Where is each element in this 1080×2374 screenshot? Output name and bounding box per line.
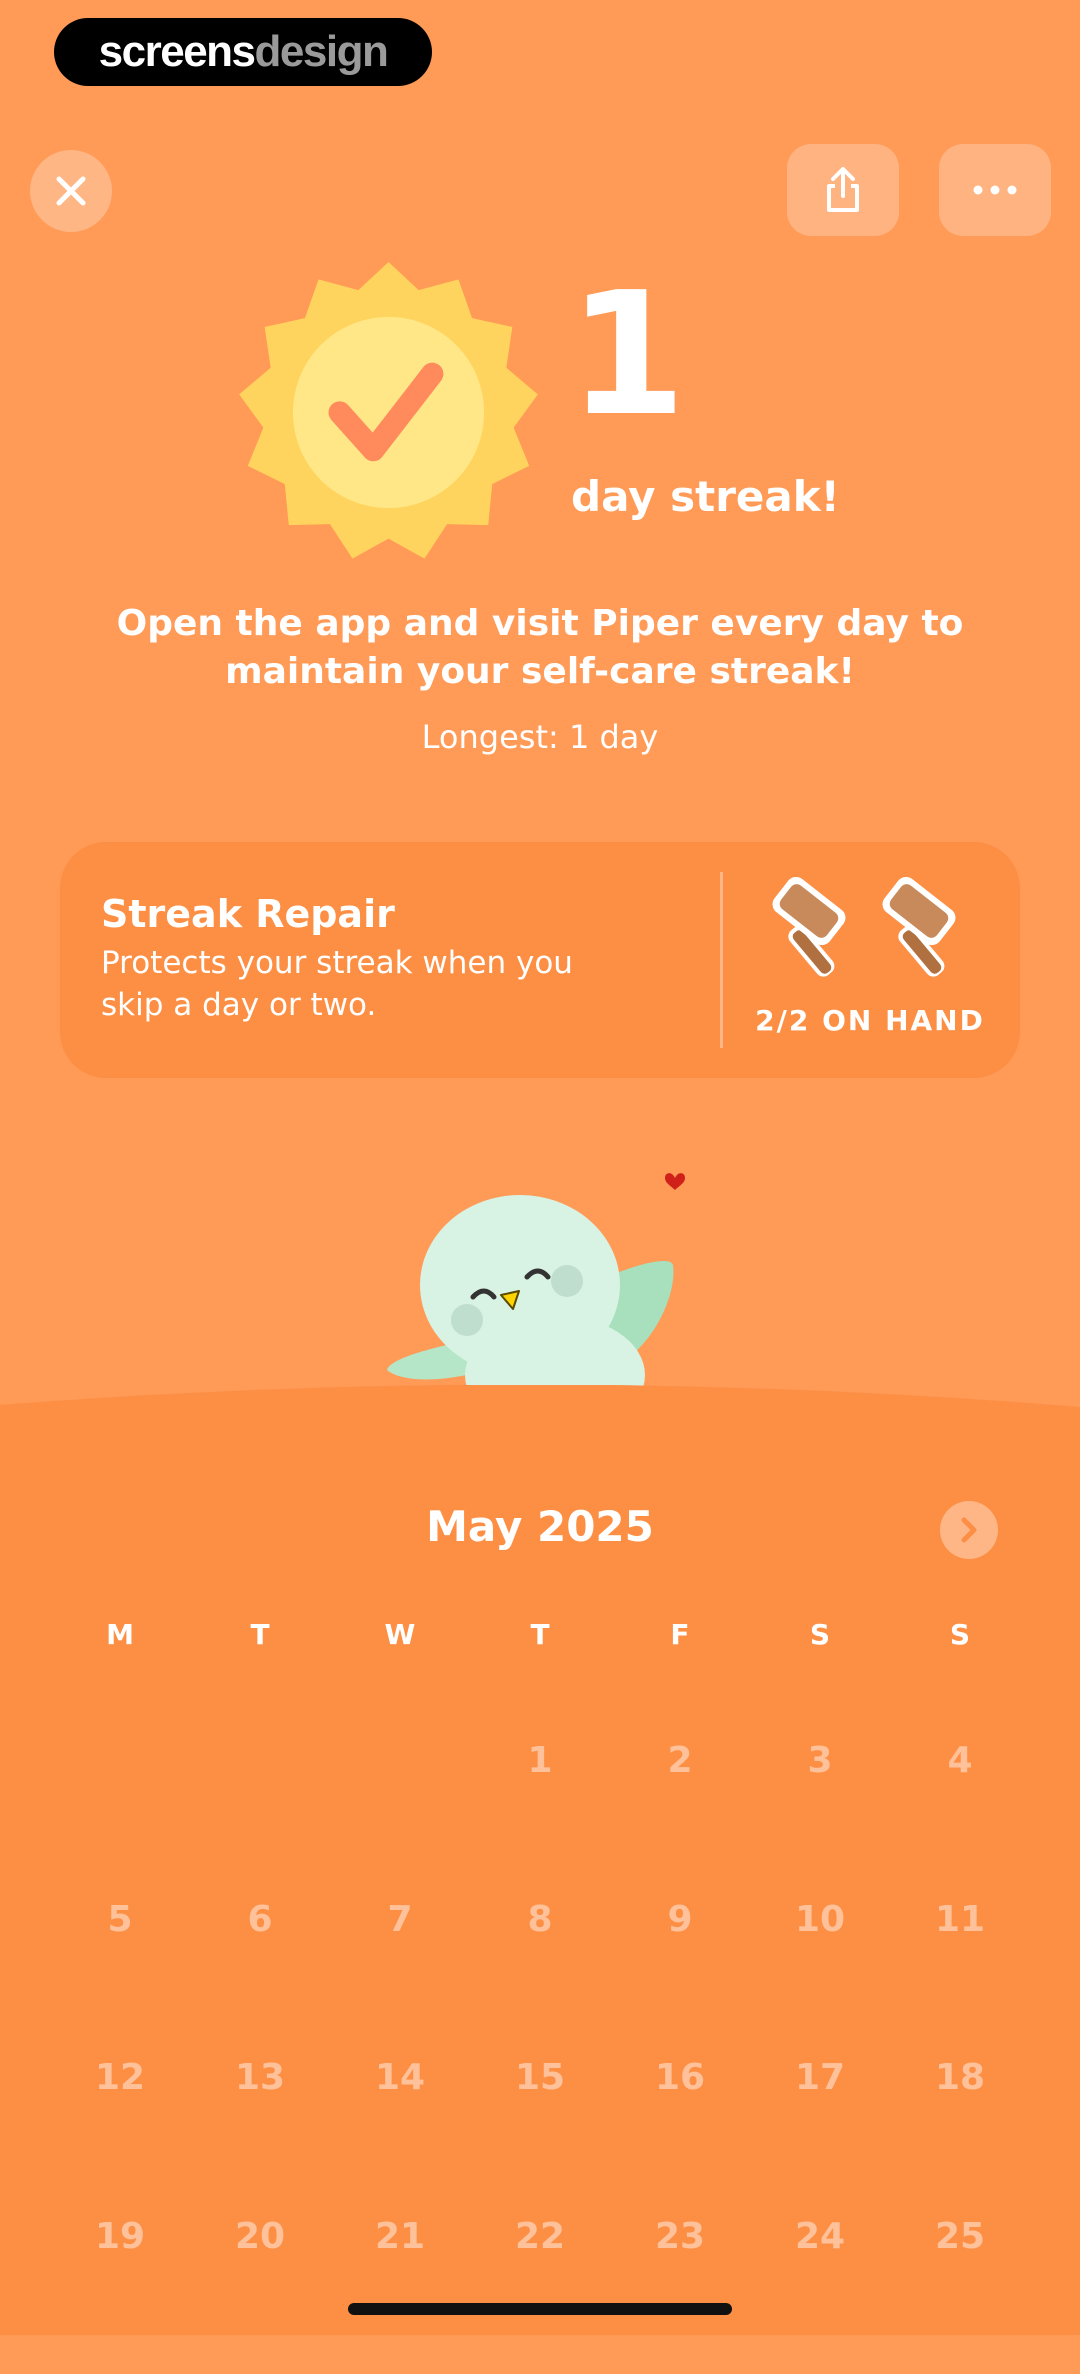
calendar-day[interactable]: 8 [470, 1899, 610, 2058]
calendar-panel: May 2025 MTWTFSS 12345678910111213141516… [0, 1385, 1080, 2335]
calendar-day[interactable]: 5 [50, 1899, 190, 2058]
close-button[interactable] [30, 150, 112, 232]
hammer-icon [768, 874, 849, 980]
streak-repair-card[interactable]: Streak Repair Protects your streak when … [60, 842, 1020, 1078]
calendar-day[interactable]: 13 [190, 2057, 330, 2216]
repairs-on-hand: 2/2 ON HAND [740, 1004, 1000, 1037]
calendar-month-title: May 2025 [0, 1502, 1080, 1551]
weekday-label: T [190, 1618, 330, 1651]
close-icon [54, 174, 88, 208]
more-button[interactable] [939, 144, 1051, 236]
weekday-label: T [470, 1618, 610, 1651]
calendar-day[interactable]: 3 [750, 1740, 890, 1899]
sun-check-icon [236, 260, 541, 565]
calendar-day[interactable]: 19 [50, 2216, 190, 2374]
calendar-day[interactable]: 17 [750, 2057, 890, 2216]
piper-bird-illustration [375, 1165, 695, 1395]
calendar-day[interactable]: 1 [470, 1740, 610, 1899]
weekday-label: F [610, 1618, 750, 1651]
chevron-right-icon [959, 1517, 979, 1543]
weekday-header: MTWTFSS [50, 1618, 1030, 1651]
streak-repair-description: Protects your streak when you skip a day… [101, 942, 641, 1026]
empty-day-cell [190, 1740, 330, 1899]
empty-day-cell [50, 1740, 190, 1899]
weekday-label: M [50, 1618, 190, 1651]
streak-label: day streak! [571, 472, 840, 521]
streak-message: Open the app and visit Piper every day t… [90, 600, 990, 696]
weekday-label: W [330, 1618, 470, 1651]
share-icon [823, 166, 863, 214]
home-indicator [348, 2303, 732, 2315]
calendar-day[interactable]: 20 [190, 2216, 330, 2374]
calendar-day[interactable]: 15 [470, 2057, 610, 2216]
weekday-label: S [750, 1618, 890, 1651]
calendar-day[interactable]: 23 [610, 2216, 750, 2374]
watermark-part2: design [255, 27, 388, 77]
hammer-icons [760, 874, 1000, 984]
calendar-grid: 1234567891011121314151617181920212223242… [50, 1740, 1030, 2374]
streak-repair-title: Streak Repair [101, 892, 395, 936]
more-icon [973, 185, 1017, 195]
calendar-day[interactable]: 25 [890, 2216, 1030, 2374]
longest-streak: Longest: 1 day [0, 718, 1080, 756]
calendar-day[interactable]: 10 [750, 1899, 890, 2058]
calendar-day[interactable]: 9 [610, 1899, 750, 2058]
calendar-day[interactable]: 7 [330, 1899, 470, 2058]
empty-day-cell [330, 1740, 470, 1899]
calendar-day[interactable]: 4 [890, 1740, 1030, 1899]
share-button[interactable] [787, 144, 899, 236]
calendar-day[interactable]: 12 [50, 2057, 190, 2216]
calendar-day[interactable]: 11 [890, 1899, 1030, 2058]
calendar-day[interactable]: 16 [610, 2057, 750, 2216]
next-month-button[interactable] [940, 1501, 998, 1559]
calendar-day[interactable]: 21 [330, 2216, 470, 2374]
calendar-day[interactable]: 2 [610, 1740, 750, 1899]
watermark-part1: screens [99, 27, 255, 77]
calendar-day[interactable]: 18 [890, 2057, 1030, 2216]
calendar-day[interactable]: 6 [190, 1899, 330, 2058]
streak-count: 1 [568, 270, 686, 440]
calendar-day[interactable]: 24 [750, 2216, 890, 2374]
calendar-day[interactable]: 14 [330, 2057, 470, 2216]
weekday-label: S [890, 1618, 1030, 1651]
hammer-icon [878, 874, 959, 980]
calendar-day[interactable]: 22 [470, 2216, 610, 2374]
screensdesign-watermark: screensdesign [54, 18, 432, 86]
divider [720, 872, 723, 1048]
